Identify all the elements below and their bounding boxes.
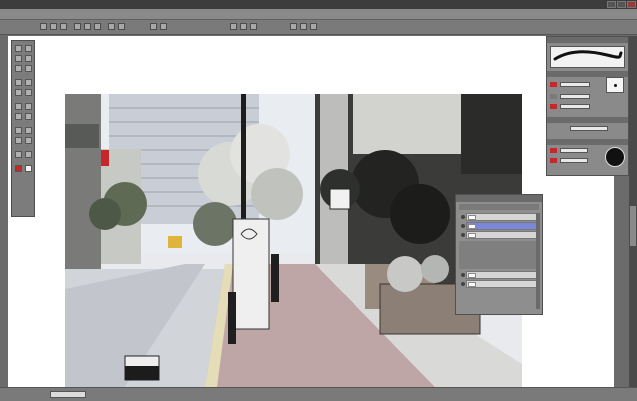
toolbar-button[interactable] — [290, 23, 297, 30]
toolbar-button[interactable] — [50, 23, 57, 30]
tool-button[interactable] — [15, 137, 22, 144]
toolbar-button[interactable] — [108, 23, 115, 30]
value-field[interactable] — [560, 158, 588, 163]
panel-header — [547, 139, 628, 145]
layer-toolbar — [459, 204, 539, 210]
color-swatch[interactable] — [550, 82, 557, 87]
brush-preview[interactable] — [550, 46, 625, 68]
layer-thumbnail-icon — [468, 224, 476, 229]
brush-dot-preview — [606, 77, 624, 93]
menu-bar — [0, 9, 637, 20]
toolbar-button[interactable] — [40, 23, 47, 30]
tool-button[interactable] — [25, 127, 32, 134]
tool-button[interactable] — [15, 55, 22, 62]
layer-row-selected[interactable] — [461, 222, 540, 230]
street-illustration — [65, 94, 522, 387]
layer-scrollbar[interactable] — [536, 213, 540, 309]
sub-color-swatch[interactable] — [25, 165, 32, 172]
layer-thumbnail-icon — [468, 215, 476, 220]
layer-row[interactable] — [461, 213, 540, 221]
layer-row[interactable] — [461, 231, 540, 239]
layer-row[interactable] — [461, 280, 540, 288]
tool-button[interactable] — [25, 113, 32, 120]
toolbar-button[interactable] — [300, 23, 307, 30]
layer-row[interactable] — [461, 271, 540, 279]
tool-button[interactable] — [15, 45, 22, 52]
value-field[interactable] — [560, 94, 590, 99]
color-swatch[interactable] — [550, 94, 557, 99]
minimize-icon[interactable] — [607, 1, 616, 8]
setting-row — [550, 103, 625, 111]
brush-settings-panel — [546, 36, 629, 176]
tool-button[interactable] — [25, 65, 32, 72]
value-field[interactable] — [560, 148, 588, 153]
color-swatch[interactable] — [550, 104, 557, 109]
layer-thumbnail-icon — [468, 233, 476, 238]
brush-size-preview — [605, 147, 625, 167]
eye-icon[interactable] — [461, 273, 465, 277]
title-bar — [0, 0, 637, 9]
toolbar-button[interactable] — [310, 23, 317, 30]
setting-row — [550, 125, 625, 133]
tool-button[interactable] — [15, 113, 22, 120]
tool-button[interactable] — [25, 79, 32, 86]
tool-button[interactable] — [25, 89, 32, 96]
setting-row — [550, 93, 625, 101]
toolbar-button[interactable] — [230, 23, 237, 30]
tool-button[interactable] — [25, 137, 32, 144]
toolbar-button[interactable] — [150, 23, 157, 30]
scrollbar-thumb[interactable] — [630, 206, 636, 246]
command-bar — [0, 20, 637, 35]
layer-empty-area — [459, 241, 539, 269]
vertical-scrollbar[interactable] — [629, 36, 637, 387]
eye-icon[interactable] — [461, 233, 465, 237]
status-bar — [0, 387, 637, 401]
eye-icon[interactable] — [461, 224, 465, 228]
panel-header — [547, 37, 628, 43]
layer-panel-header — [456, 195, 542, 202]
toolbar-button[interactable] — [240, 23, 247, 30]
tool-button[interactable] — [15, 151, 22, 158]
toolbar-button[interactable] — [94, 23, 101, 30]
tool-button[interactable] — [15, 79, 22, 86]
eye-icon[interactable] — [461, 215, 465, 219]
tool-button[interactable] — [25, 45, 32, 52]
main-color-swatch[interactable] — [15, 165, 22, 172]
toolbar-button[interactable] — [250, 23, 257, 30]
value-field[interactable] — [570, 126, 608, 131]
tool-button[interactable] — [15, 103, 22, 110]
brush-dot-icon — [614, 84, 617, 87]
layer-thumbnail-icon — [468, 282, 476, 287]
value-field[interactable] — [560, 104, 590, 109]
toolbar-button[interactable] — [84, 23, 91, 30]
brush-stroke-icon — [553, 50, 623, 61]
maximize-icon[interactable] — [617, 1, 626, 8]
zoom-field[interactable] — [50, 391, 86, 398]
drawing-canvas[interactable] — [65, 94, 522, 387]
panel-header — [547, 117, 628, 123]
toolbar-button[interactable] — [60, 23, 67, 30]
setting-row — [550, 77, 625, 93]
eye-icon[interactable] — [461, 282, 465, 286]
layer-panel — [455, 194, 543, 315]
close-icon[interactable] — [627, 1, 636, 8]
tool-button[interactable] — [25, 151, 32, 158]
tool-button[interactable] — [25, 103, 32, 110]
tool-button[interactable] — [15, 127, 22, 134]
toolbar-button[interactable] — [118, 23, 125, 30]
tool-button[interactable] — [15, 89, 22, 96]
color-swatch[interactable] — [550, 158, 557, 163]
value-field[interactable] — [560, 82, 590, 87]
toolbar-button[interactable] — [74, 23, 81, 30]
tool-button[interactable] — [25, 55, 32, 62]
toolbar-button[interactable] — [160, 23, 167, 30]
tool-button[interactable] — [15, 65, 22, 72]
color-swatch[interactable] — [550, 148, 557, 153]
tool-palette — [11, 40, 35, 217]
layer-thumbnail-icon — [468, 273, 476, 278]
